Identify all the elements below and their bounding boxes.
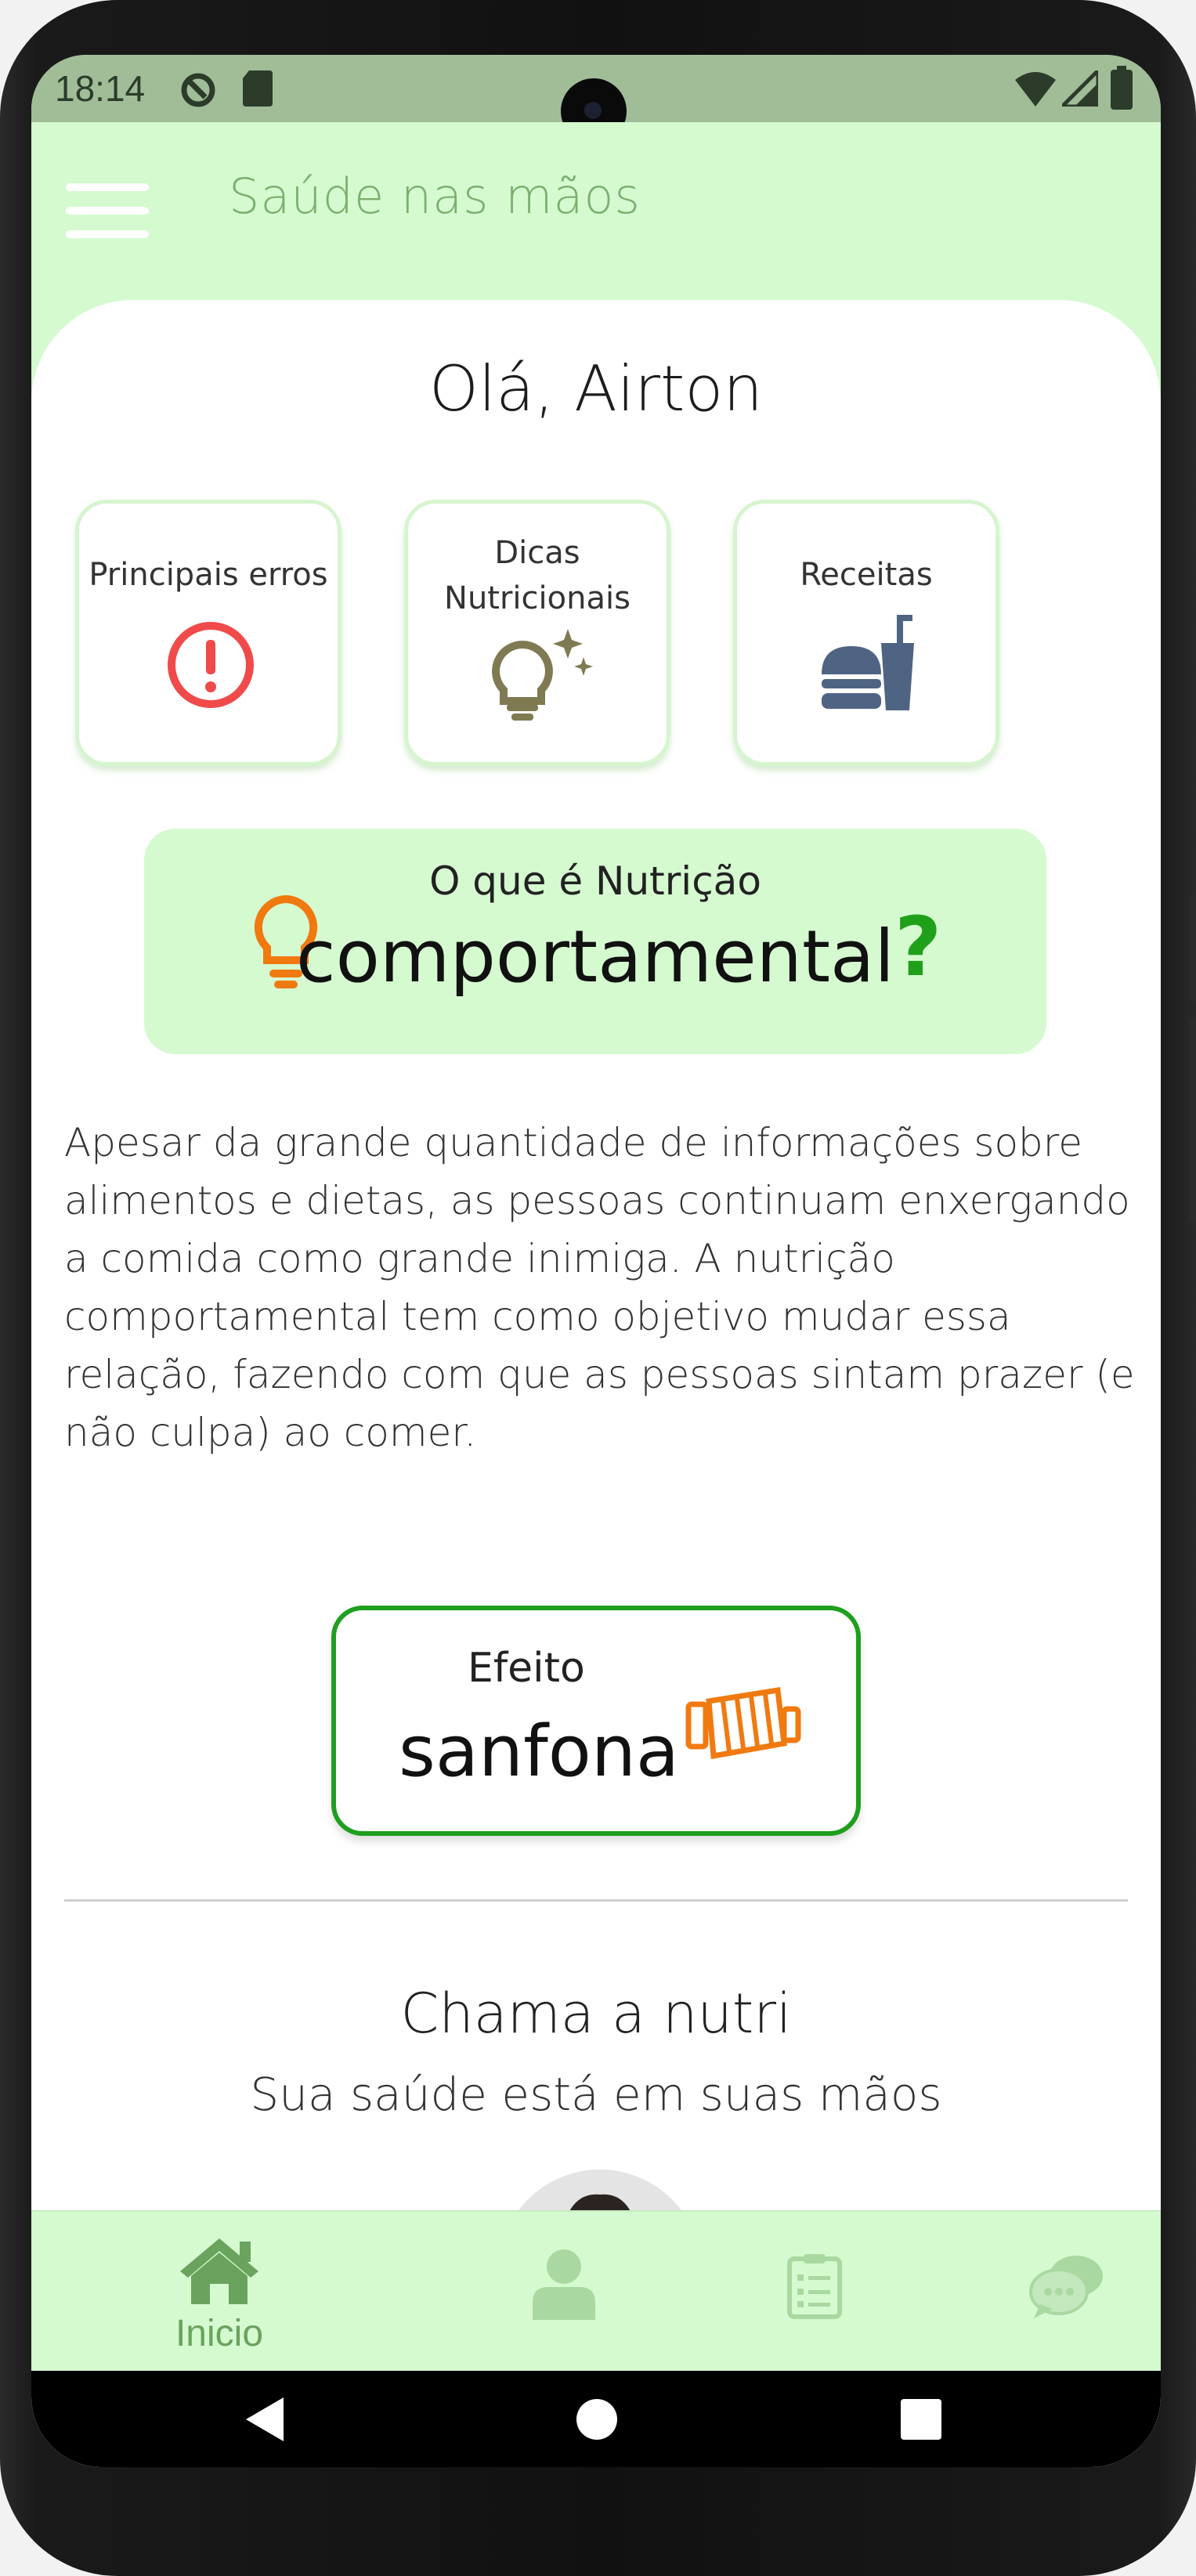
data-saver-icon	[181, 73, 215, 107]
sanfona-subtitle: Efeito	[468, 1645, 585, 1692]
accordion-icon	[685, 1686, 801, 1760]
lightbulb-sparkle-icon	[492, 629, 593, 721]
exclamation-circle-icon	[168, 622, 254, 708]
screen: 18:14 Saúde nas mãos Olá, Airton Princip…	[31, 55, 1161, 2467]
tile-receitas[interactable]: Receitas	[733, 500, 999, 766]
app-title: Saúde nas mãos	[229, 168, 641, 225]
hamburger-menu-icon[interactable]	[66, 180, 149, 243]
sanfona-title: sanfona	[399, 1711, 680, 1793]
home-button-icon[interactable]	[575, 2397, 619, 2441]
wifi-icon	[1015, 72, 1056, 107]
status-time: 18:14	[55, 68, 146, 109]
system-navigation-bar	[31, 2371, 1161, 2467]
tile-label: Receitas	[800, 557, 933, 593]
user-icon	[533, 2249, 595, 2320]
burger-drink-icon	[822, 615, 914, 710]
question-mark: ?	[894, 899, 942, 995]
nav-item-plan[interactable]	[721, 2212, 909, 2372]
volume-button	[1190, 893, 1196, 1003]
home-icon	[180, 2238, 258, 2304]
battery-icon	[1111, 66, 1133, 110]
device-frame: 18:14 Saúde nas mãos Olá, Airton Princip…	[0, 0, 1196, 2576]
bottom-navigation: Inicio	[31, 2210, 1161, 2372]
tile-label: Principais erros	[89, 557, 328, 593]
sd-card-icon	[243, 70, 273, 107]
chat-bubbles-icon	[1029, 2256, 1103, 2318]
nav-item-profile[interactable]	[470, 2212, 658, 2372]
back-icon[interactable]	[243, 2397, 287, 2441]
cell-signal-icon	[1062, 70, 1098, 107]
banner-subtitle: O que é Nutrição	[429, 858, 761, 904]
tile-principais-erros[interactable]: Principais erros	[75, 500, 341, 766]
power-button	[1190, 1018, 1196, 1222]
clipboard-list-icon	[787, 2254, 842, 2319]
nav-item-chat[interactable]	[971, 2212, 1159, 2372]
recents-icon[interactable]	[901, 2399, 941, 2440]
tile-dicas-nutricionais[interactable]: Dicas Nutricionais	[404, 500, 670, 766]
efeito-sanfona-button[interactable]: Efeito sanfona	[331, 1606, 861, 1836]
chama-a-nutri-heading: Chama a nutri	[400, 1982, 792, 2046]
tile-label-line2: Nutricionais	[444, 580, 631, 616]
greeting-heading: Olá, Airton	[429, 352, 763, 425]
chama-a-nutri-subtitle: Sua saúde está em suas mãos	[250, 2068, 942, 2121]
nav-label-inicio: Inicio	[175, 2313, 264, 2354]
description-paragraph: Apesar da grande quantidade de informaçõ…	[64, 1120, 1135, 1455]
nutricao-comportamental-banner[interactable]: O que é Nutrição comportamental ?	[144, 829, 1046, 1054]
nav-item-inicio[interactable]: Inicio	[125, 2212, 313, 2372]
section-divider	[64, 1899, 1128, 1902]
tile-label-line1: Dicas	[494, 535, 580, 571]
